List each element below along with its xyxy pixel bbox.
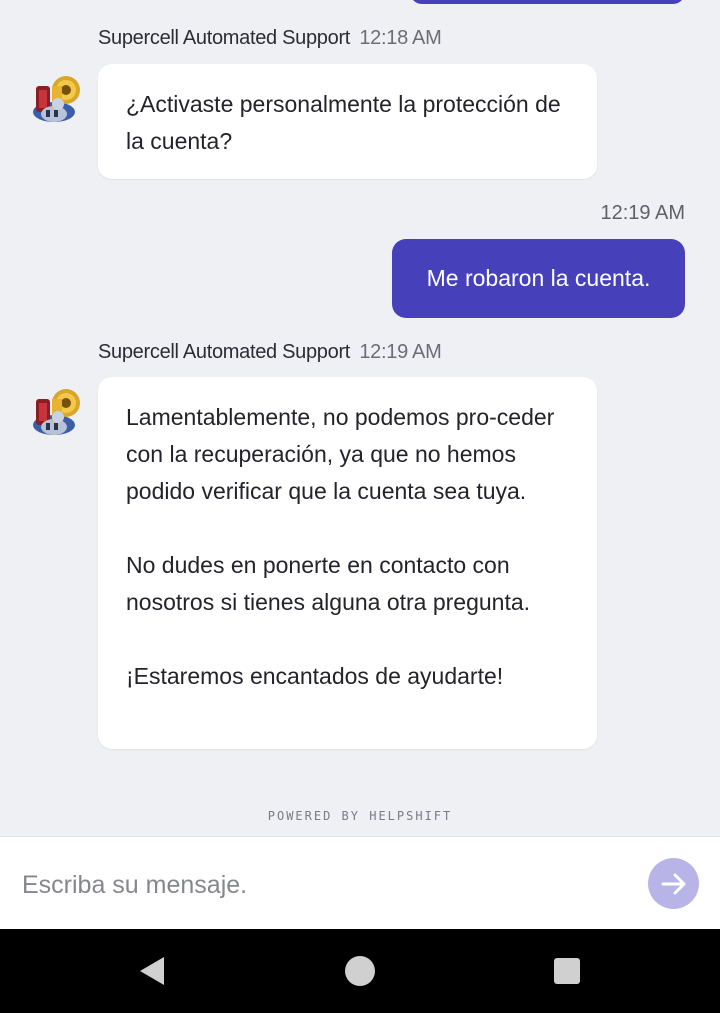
recents-square-icon[interactable] [553,957,581,985]
message-time: 12:18 AM [359,27,442,49]
message-composer [0,836,720,929]
message-list[interactable]: Supercell Automated Support 12:18 AM ¿Ac… [0,0,720,836]
sender-name: Supercell Automated Support [98,27,351,49]
bot-message-bubble: ¿Activaste personalmente la protección d… [98,64,597,179]
powered-by-label: POWERED BY HELPSHIFT [267,809,453,823]
bot-message-bubble: Lamentablemente, no podemos pro-ceder co… [98,377,597,749]
bot-avatar [33,389,80,435]
message-header: Supercell Automated Support 12:18 AM [98,27,442,50]
home-circle-icon[interactable] [344,955,376,987]
send-button[interactable] [648,858,699,909]
message-paragraph: Lamentablemente, no podemos pro-ceder co… [126,404,555,504]
message-time: 12:19 AM [600,202,685,224]
message-header: Supercell Automated Support 12:19 AM [98,341,442,364]
sender-name: Supercell Automated Support [98,341,351,363]
user-message-bubble: Me robaron la cuenta. [392,239,685,318]
message-paragraph: ¡Estaremos encantados de ayudarte! [126,663,504,689]
back-triangle-icon[interactable] [136,955,168,987]
arrow-right-icon [661,873,685,894]
chat-screen: Supercell Automated Support 12:18 AM ¿Ac… [0,0,720,1013]
message-time: 12:19 AM [359,341,442,363]
message-text: ¿Activaste personalmente la protección d… [126,91,561,154]
message-paragraph: No dudes en ponerte en contacto con noso… [126,552,531,615]
bot-avatar [33,76,80,122]
system-navigation-bar [0,929,720,1013]
previous-user-bubble [410,0,685,4]
message-input[interactable] [22,865,622,905]
